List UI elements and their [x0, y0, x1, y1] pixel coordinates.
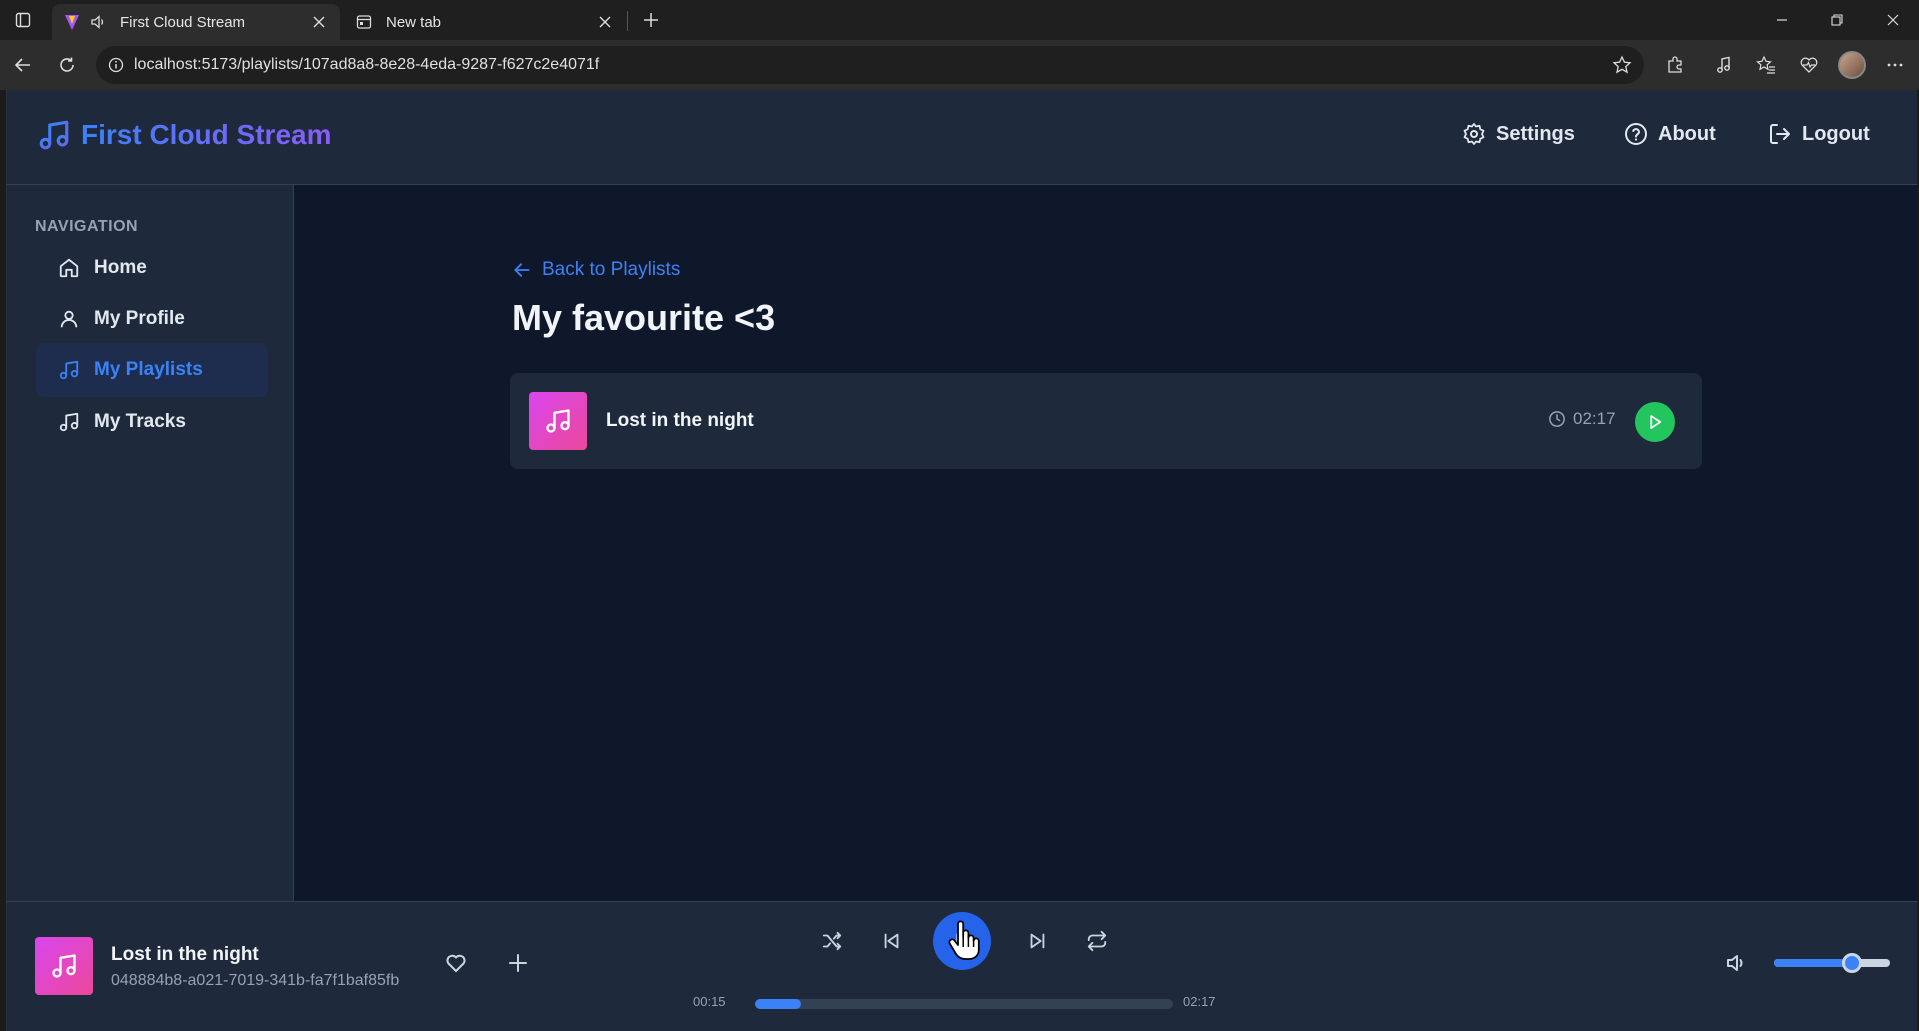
logout-icon — [1768, 122, 1792, 146]
browser-toolbar: localhost:5173/playlists/107ad8a8-8e28-4… — [0, 40, 1919, 90]
track-duration: 02:17 — [1548, 409, 1616, 429]
like-heart-icon[interactable] — [440, 947, 472, 979]
favorite-star-icon[interactable] — [1612, 55, 1632, 75]
url-text: localhost:5173/playlists/107ad8a8-8e28-4… — [134, 56, 600, 73]
now-playing-subtitle: 048884b8-a021-7019-341b-fa7f1baf85fb — [111, 972, 400, 989]
browser-essentials-heart-icon[interactable] — [1795, 51, 1823, 79]
tab-actions-icon[interactable] — [10, 8, 36, 32]
music-note-icon — [58, 411, 80, 433]
brand-logo-link[interactable]: First Cloud Stream — [37, 118, 331, 152]
about-link[interactable]: About — [1624, 122, 1716, 146]
now-playing-title: Lost in the night — [111, 944, 259, 965]
sidebar: NAVIGATION Home My Profile My Playlists … — [7, 185, 294, 901]
speaker-audio-icon[interactable] — [88, 12, 108, 32]
close-tab-icon[interactable] — [308, 11, 330, 33]
track-title: Lost in the night — [606, 410, 754, 431]
volume-slider-fill — [1774, 959, 1852, 967]
add-to-playlist-plus-icon[interactable] — [502, 947, 534, 979]
refresh-icon[interactable] — [52, 50, 82, 80]
close-window-icon[interactable] — [1871, 6, 1915, 34]
tab-title: First Cloud Stream — [120, 13, 246, 31]
logout-label: Logout — [1802, 122, 1870, 145]
play-icon — [1646, 413, 1664, 431]
app-header: First Cloud Stream Settings About Logout — [7, 90, 1917, 185]
clock-icon — [1548, 410, 1566, 428]
tab-title: New tab — [386, 13, 442, 31]
track-artwork — [529, 392, 587, 450]
volume-speaker-icon[interactable] — [1720, 947, 1752, 979]
repeat-icon[interactable] — [1081, 925, 1113, 957]
help-circle-icon — [1624, 122, 1648, 146]
music-note-icon — [58, 359, 80, 381]
favorites-list-icon[interactable] — [1752, 51, 1780, 79]
sidebar-item-my-playlists[interactable]: My Playlists — [36, 343, 268, 397]
sidebar-item-my-profile[interactable]: My Profile — [36, 292, 268, 346]
playlist-title: My favourite <3 — [512, 297, 776, 338]
close-tab-icon[interactable] — [594, 11, 616, 33]
sidebar-item-home[interactable]: Home — [36, 241, 268, 295]
player-bar: Lost in the night 048884b8-a021-7019-341… — [7, 901, 1917, 1031]
seek-bar[interactable] — [755, 999, 1173, 1009]
settings-label: Settings — [1496, 122, 1575, 145]
new-tab-page-icon — [354, 12, 374, 32]
now-playing-artwork — [35, 937, 93, 995]
volume-slider[interactable] — [1774, 953, 1890, 973]
gear-icon — [1462, 122, 1486, 146]
music-note-icon — [544, 407, 572, 435]
restore-window-icon[interactable] — [1815, 6, 1859, 34]
settings-link[interactable]: Settings — [1462, 122, 1575, 146]
back-to-playlists-link[interactable]: Back to Playlists — [512, 259, 680, 281]
sidebar-item-label: My Playlists — [94, 359, 203, 380]
total-time: 02:17 — [1183, 994, 1216, 1009]
elapsed-time: 00:15 — [693, 994, 726, 1009]
back-arrow-icon[interactable] — [8, 50, 38, 80]
track-duration-text: 02:17 — [1573, 409, 1616, 428]
extensions-puzzle-icon[interactable] — [1661, 51, 1689, 79]
profile-avatar[interactable] — [1838, 51, 1866, 79]
more-options-icon[interactable] — [1881, 51, 1909, 79]
sidebar-item-my-tracks[interactable]: My Tracks — [36, 395, 268, 449]
play-track-button[interactable] — [1635, 402, 1675, 442]
home-icon — [58, 257, 80, 279]
arrow-left-icon — [512, 260, 532, 280]
user-icon — [58, 308, 80, 330]
media-control-icon[interactable] — [1710, 51, 1738, 79]
navigation-heading: NAVIGATION — [35, 218, 139, 235]
about-label: About — [1658, 122, 1716, 145]
skip-next-icon[interactable] — [1021, 925, 1053, 957]
sidebar-item-label: My Tracks — [94, 411, 186, 432]
vite-favicon-icon — [62, 12, 82, 32]
sidebar-item-label: My Profile — [94, 308, 185, 329]
music-note-logo-icon — [37, 118, 71, 152]
site-info-icon[interactable] — [108, 57, 124, 73]
address-bar[interactable]: localhost:5173/playlists/107ad8a8-8e28-4… — [96, 46, 1644, 84]
browser-tab-new-tab[interactable]: New tab — [344, 4, 626, 40]
seek-bar-fill — [755, 999, 801, 1009]
logout-link[interactable]: Logout — [1768, 122, 1870, 146]
tab-divider — [627, 11, 628, 31]
shuffle-icon[interactable] — [816, 925, 848, 957]
brand-name: First Cloud Stream — [81, 119, 332, 150]
new-tab-plus-icon[interactable] — [637, 7, 665, 33]
skip-previous-icon[interactable] — [876, 925, 908, 957]
minimize-window-icon[interactable] — [1760, 6, 1804, 34]
track-row[interactable]: Lost in the night 02:17 — [510, 373, 1702, 469]
sidebar-item-label: Home — [94, 257, 147, 278]
main-content: Back to Playlists My favourite <3 Lost i… — [294, 185, 1917, 901]
hand-pointer-cursor-icon — [947, 920, 981, 965]
volume-slider-handle[interactable] — [1841, 953, 1862, 973]
music-note-icon — [50, 952, 78, 980]
browser-tab-strip: First Cloud Stream New tab — [0, 0, 1919, 40]
back-to-playlists-label: Back to Playlists — [542, 259, 681, 280]
browser-tab-first-cloud-stream[interactable]: First Cloud Stream — [52, 4, 340, 40]
app-root: First Cloud Stream Settings About Logout… — [6, 90, 1917, 1031]
